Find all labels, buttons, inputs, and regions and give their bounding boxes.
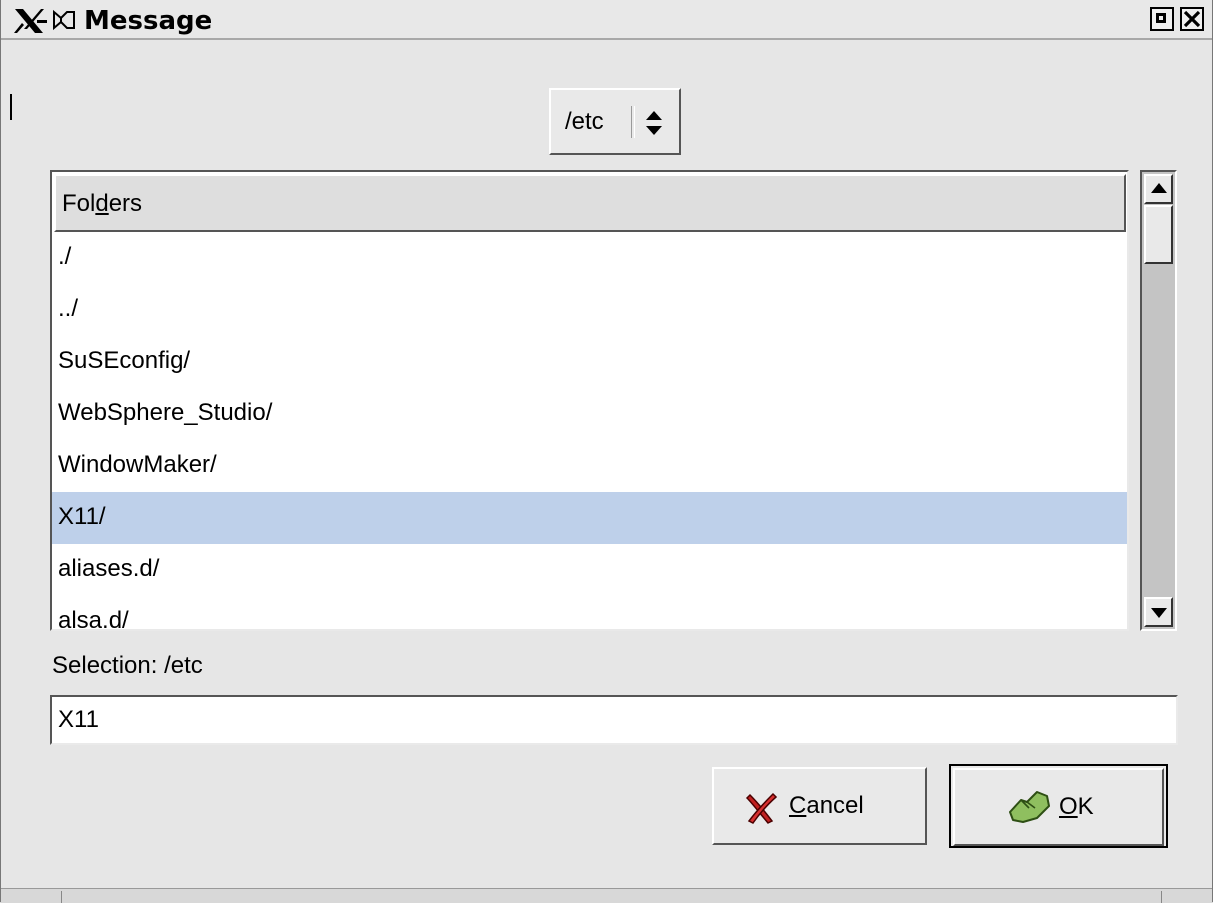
scroll-down-button[interactable]	[1144, 597, 1173, 627]
ok-button[interactable]: OK	[953, 768, 1164, 846]
list-item[interactable]: WindowMaker/	[52, 440, 1127, 492]
folders-scrollbar[interactable]	[1140, 170, 1177, 631]
list-item[interactable]: WebSphere_Studio/	[52, 388, 1127, 440]
window-title: Message	[84, 6, 213, 36]
list-item[interactable]: alsa.d/	[52, 596, 1127, 629]
combo-separator	[631, 106, 635, 138]
folder-combo-value: /etc	[565, 108, 604, 135]
maximize-icon	[1156, 13, 1166, 23]
folder-combo[interactable]: /etc	[549, 88, 681, 155]
cancel-label: Cancel	[789, 792, 864, 819]
list-item[interactable]: aliases.d/	[52, 544, 1127, 596]
ok-button-default-frame: OK	[949, 764, 1168, 848]
list-item[interactable]: SuSEconfig/	[52, 336, 1127, 388]
up-arrow-icon	[1151, 183, 1167, 193]
cancel-x-icon	[745, 792, 778, 824]
tie-icon	[53, 9, 75, 31]
updown-arrows-icon	[646, 111, 662, 135]
list-item[interactable]: ../	[52, 284, 1127, 336]
list-item[interactable]: ./	[52, 232, 1127, 284]
edge-mark	[10, 94, 12, 120]
scroll-thumb[interactable]	[1144, 205, 1173, 264]
title-bar[interactable]: Message	[1, 0, 1212, 40]
close-icon	[1183, 10, 1201, 28]
window-bottom-edge	[1, 888, 1212, 903]
folders-list[interactable]: Folders ./ ../ SuSEconfig/ WebSphere_Stu…	[50, 170, 1129, 631]
folders-column-header[interactable]: Folders	[54, 174, 1126, 232]
ok-hand-icon	[1009, 791, 1050, 823]
selection-input[interactable]	[58, 705, 1158, 735]
scroll-up-button[interactable]	[1144, 174, 1173, 204]
selection-entry[interactable]	[50, 695, 1178, 745]
ok-label: OK	[1059, 793, 1094, 820]
maximize-button[interactable]	[1150, 7, 1174, 31]
cancel-button[interactable]: Cancel	[712, 767, 927, 845]
dialog-window: Message /etc Folders ./ ../ SuSEconfig/ …	[0, 0, 1213, 903]
selection-label: Selection: /etc	[52, 652, 203, 679]
folders-header-label: Folders	[62, 190, 143, 217]
list-item-selected[interactable]: X11/	[52, 492, 1127, 544]
x-logo-icon[interactable]	[13, 8, 47, 34]
close-button[interactable]	[1180, 7, 1204, 31]
bottom-divider	[61, 891, 62, 903]
folders-rows: ./ ../ SuSEconfig/ WebSphere_Studio/ Win…	[52, 232, 1127, 629]
down-arrow-icon	[1151, 608, 1167, 618]
bottom-divider	[1161, 891, 1162, 903]
